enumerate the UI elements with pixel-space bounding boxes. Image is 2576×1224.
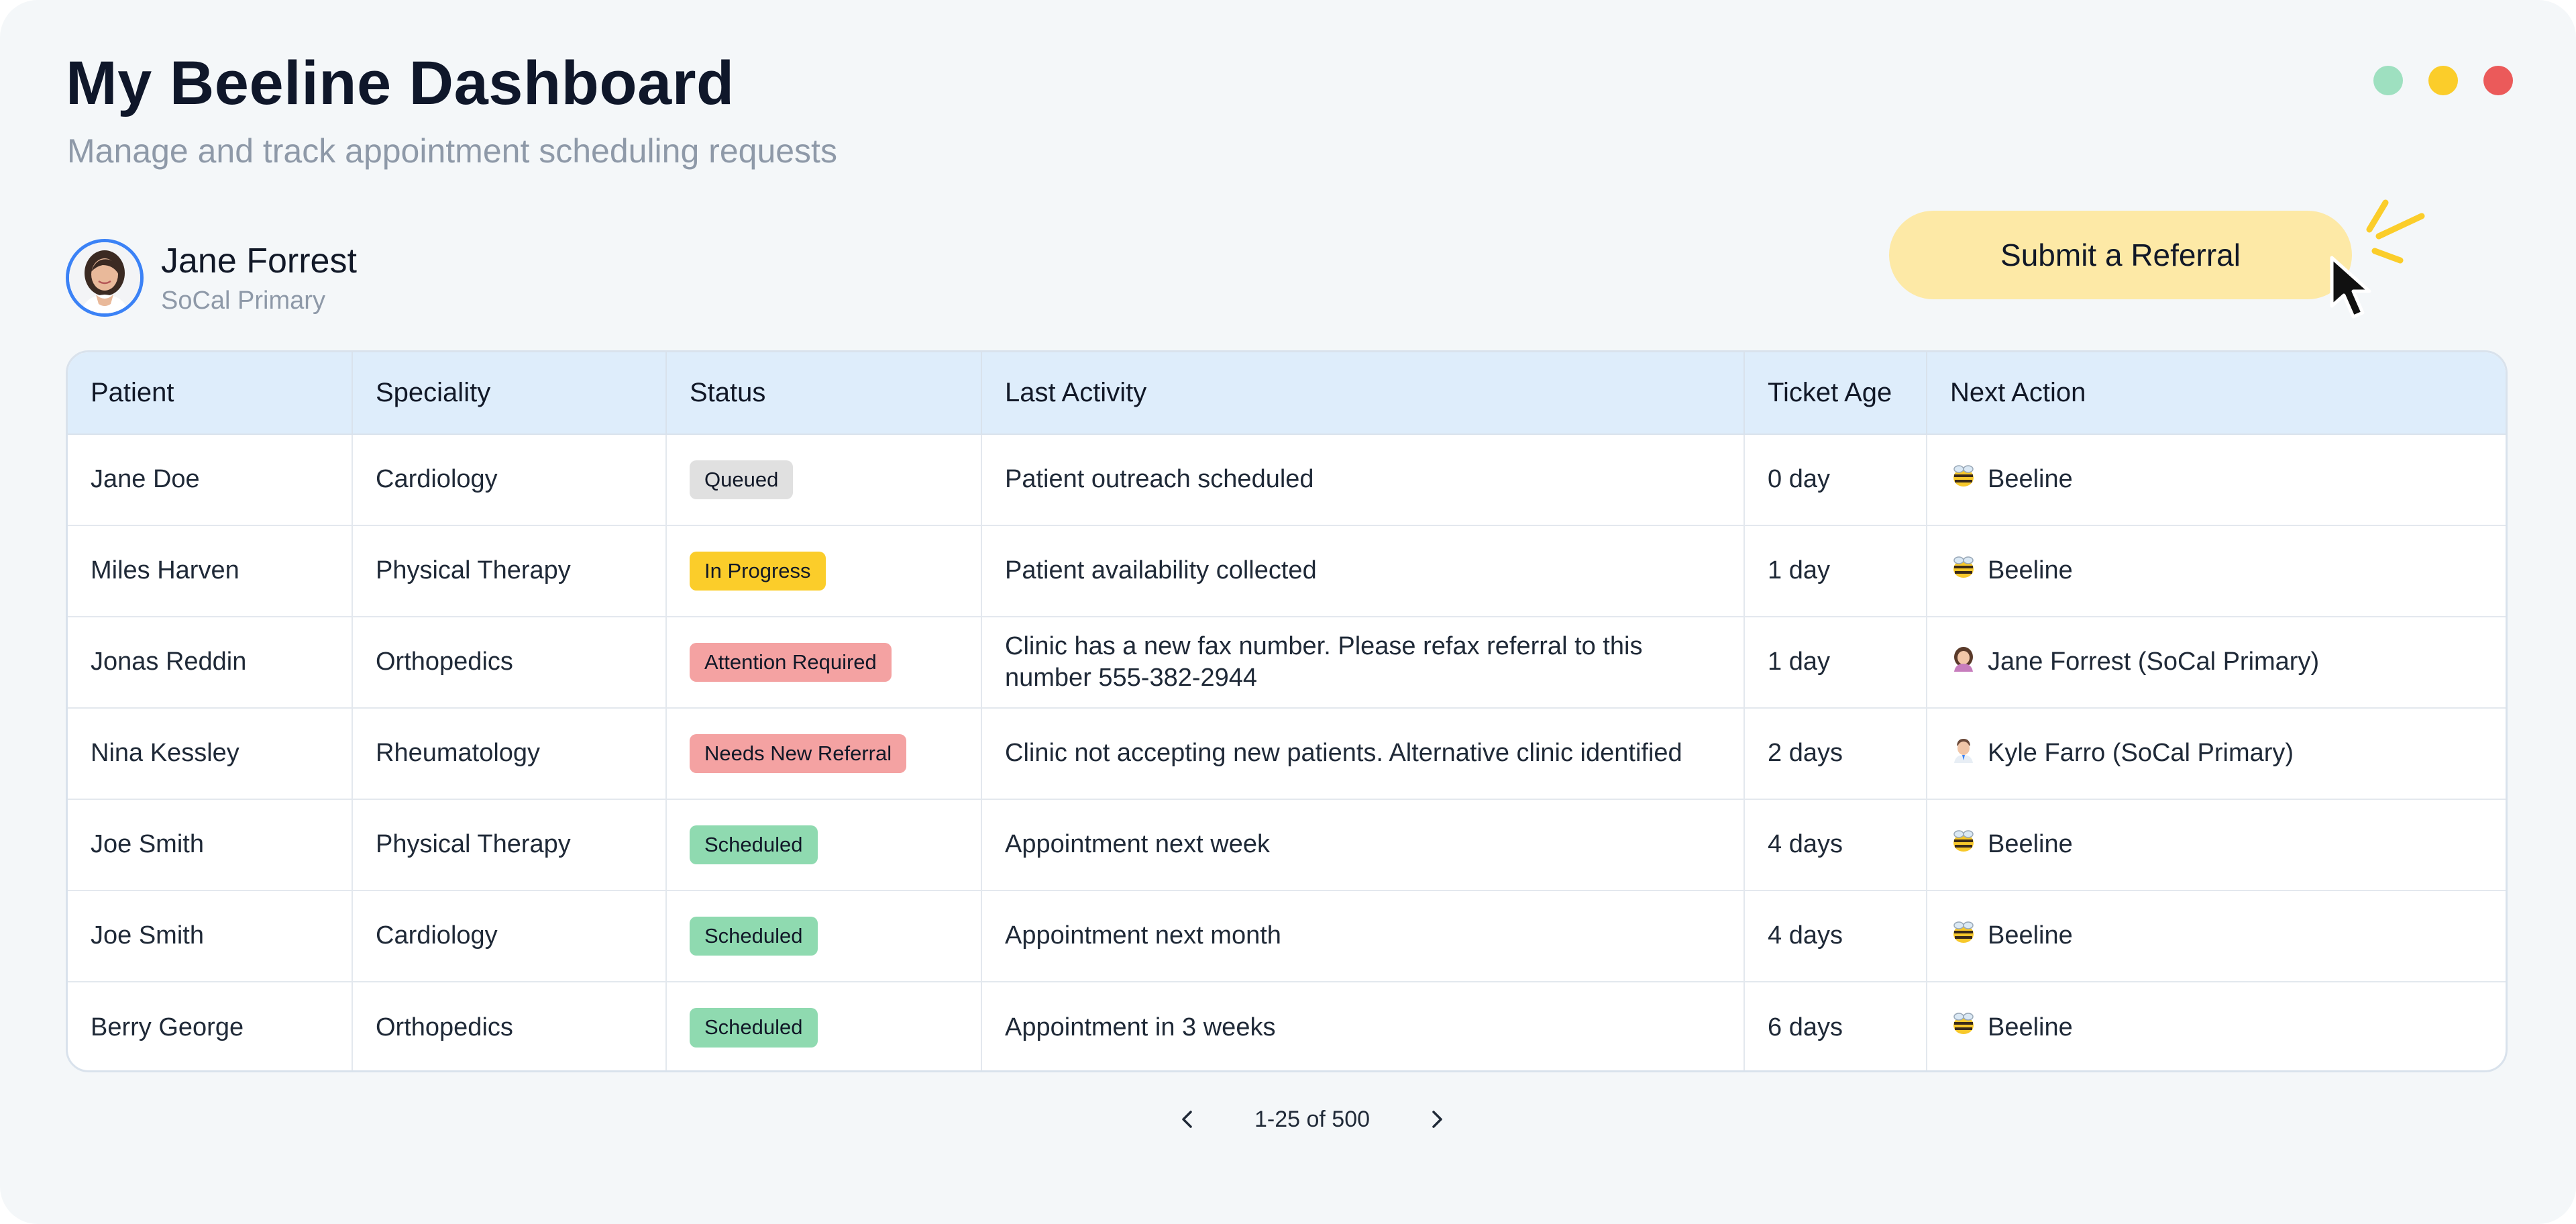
referrals-table: Patient Speciality Status Last Activity … xyxy=(66,350,2508,1072)
next-action-label: Beeline xyxy=(1988,556,2073,585)
column-header-next-action[interactable]: Next Action xyxy=(1927,352,2506,435)
cell-patient: Nina Kessley xyxy=(68,708,353,800)
chevron-left-icon xyxy=(1182,1111,1192,1128)
cell-status: Scheduled xyxy=(666,982,982,1070)
cell-ticket-age: 0 day xyxy=(1744,434,1927,526)
cell-next-action: Beeline xyxy=(1927,525,2506,617)
column-header-patient[interactable]: Patient xyxy=(68,352,353,435)
table-row[interactable]: Miles Harven Physical Therapy In Progress P… xyxy=(68,525,2506,617)
cell-status: Scheduled xyxy=(666,890,982,982)
cell-patient: Berry George xyxy=(68,982,353,1070)
bee-icon xyxy=(1950,827,1977,863)
woman-icon xyxy=(1950,645,1977,680)
cell-speciality: Cardiology xyxy=(352,434,667,526)
cell-last-activity: Patient availability collected xyxy=(981,525,1745,617)
cell-next-action: Beeline xyxy=(1927,982,2506,1070)
bee-icon xyxy=(1950,1010,1977,1046)
page-title: My Beeline Dashboard xyxy=(66,49,735,117)
window-controls xyxy=(2373,66,2513,95)
cell-speciality: Physical Therapy xyxy=(352,799,667,891)
previous-page-button[interactable] xyxy=(1161,1099,1214,1139)
cell-patient: Jane Doe xyxy=(68,434,353,526)
user-avatar-icon xyxy=(69,242,140,313)
status-badge: Attention Required xyxy=(690,642,892,682)
next-page-button[interactable] xyxy=(1410,1099,1464,1139)
cell-last-activity: Appointment next month xyxy=(981,890,1745,982)
user-profile: Jane Forrest SoCal Primary xyxy=(66,239,357,317)
pagination: 1-25 of 500 xyxy=(1161,1099,1464,1139)
column-header-speciality[interactable]: Speciality xyxy=(352,352,667,435)
next-action-label: Beeline xyxy=(1988,921,2073,950)
cell-ticket-age: 6 days xyxy=(1744,982,1927,1070)
cell-ticket-age: 2 days xyxy=(1744,708,1927,800)
cell-speciality: Cardiology xyxy=(352,890,667,982)
page-subtitle: Manage and track appointment scheduling … xyxy=(67,132,837,170)
cell-patient: Joe Smith xyxy=(68,890,353,982)
status-badge: Scheduled xyxy=(690,825,818,865)
bee-icon xyxy=(1950,462,1977,498)
cell-status: Queued xyxy=(666,434,982,526)
table-header-row: Patient Speciality Status Last Activity … xyxy=(68,352,2506,435)
column-header-ticket-age[interactable]: Ticket Age xyxy=(1744,352,1927,435)
cell-patient: Miles Harven xyxy=(68,525,353,617)
user-name: Jane Forrest xyxy=(161,241,357,280)
table-row[interactable]: Berry George Orthopedics Scheduled Appointm… xyxy=(68,982,2506,1070)
cell-next-action: Kyle Farro (SoCal Primary) xyxy=(1927,708,2506,800)
status-badge: Scheduled xyxy=(690,1008,818,1048)
cell-ticket-age: 1 day xyxy=(1744,525,1927,617)
status-badge: Needs New Referral xyxy=(690,733,907,774)
submit-referral-button[interactable]: Submit a Referral xyxy=(1889,211,2352,299)
cell-status: Needs New Referral xyxy=(666,708,982,800)
status-badge: In Progress xyxy=(690,551,826,591)
chevron-right-icon xyxy=(1432,1111,1442,1128)
column-header-last-activity[interactable]: Last Activity xyxy=(981,352,1745,435)
cell-last-activity: Clinic not accepting new patients. Alter… xyxy=(981,708,1745,800)
cell-speciality: Rheumatology xyxy=(352,708,667,800)
table-row[interactable]: Joe Smith Cardiology Scheduled Appointment … xyxy=(68,890,2506,982)
cell-patient: Jonas Reddin xyxy=(68,617,353,709)
cell-speciality: Orthopedics xyxy=(352,617,667,709)
next-action-label: Jane Forrest (SoCal Primary) xyxy=(1988,648,2320,676)
next-action-label: Beeline xyxy=(1988,465,2073,494)
cell-speciality: Orthopedics xyxy=(352,982,667,1070)
status-badge: Queued xyxy=(690,460,794,500)
cell-last-activity: Patient outreach scheduled xyxy=(981,434,1745,526)
cell-status: Scheduled xyxy=(666,799,982,891)
cell-ticket-age: 1 day xyxy=(1744,617,1927,709)
next-action-label: Beeline xyxy=(1988,1013,2073,1041)
bee-icon xyxy=(1950,919,1977,954)
cell-last-activity: Appointment in 3 weeks xyxy=(981,982,1745,1070)
table-row[interactable]: Jane Doe Cardiology Queued Patient outreach… xyxy=(68,434,2506,526)
table-row[interactable]: Nina Kessley Rheumatology Needs New Referr… xyxy=(68,708,2506,800)
app-window: My Beeline Dashboard Manage and track ap… xyxy=(0,0,2576,1224)
cell-ticket-age: 4 days xyxy=(1744,890,1927,982)
cell-status: Attention Required xyxy=(666,617,982,709)
user-organization: SoCal Primary xyxy=(161,286,325,315)
cell-next-action: Beeline xyxy=(1927,799,2506,891)
maximize-button[interactable] xyxy=(2373,66,2403,95)
avatar xyxy=(66,239,144,317)
cell-ticket-age: 4 days xyxy=(1744,799,1927,891)
next-action-label: Beeline xyxy=(1988,830,2073,859)
cell-next-action: Jane Forrest (SoCal Primary) xyxy=(1927,617,2506,709)
cell-next-action: Beeline xyxy=(1927,434,2506,526)
bee-icon xyxy=(1950,554,1977,589)
man-icon xyxy=(1950,736,1977,772)
cell-last-activity: Clinic has a new fax number. Please refa… xyxy=(981,617,1745,709)
table-row[interactable]: Jonas Reddin Orthopedics Attention Require… xyxy=(68,617,2506,709)
cell-patient: Joe Smith xyxy=(68,799,353,891)
pagination-label: 1-25 of 500 xyxy=(1254,1106,1371,1132)
table-row[interactable]: Joe Smith Physical Therapy Scheduled Appoin… xyxy=(68,799,2506,891)
minimize-button[interactable] xyxy=(2428,66,2458,95)
status-badge: Scheduled xyxy=(690,916,818,956)
cell-status: In Progress xyxy=(666,525,982,617)
cell-next-action: Beeline xyxy=(1927,890,2506,982)
close-button[interactable] xyxy=(2483,66,2513,95)
cell-last-activity: Appointment next week xyxy=(981,799,1745,891)
mouse-cursor-icon xyxy=(2330,256,2371,319)
next-action-label: Kyle Farro (SoCal Primary) xyxy=(1988,739,2294,768)
cell-speciality: Physical Therapy xyxy=(352,525,667,617)
column-header-status[interactable]: Status xyxy=(666,352,982,435)
